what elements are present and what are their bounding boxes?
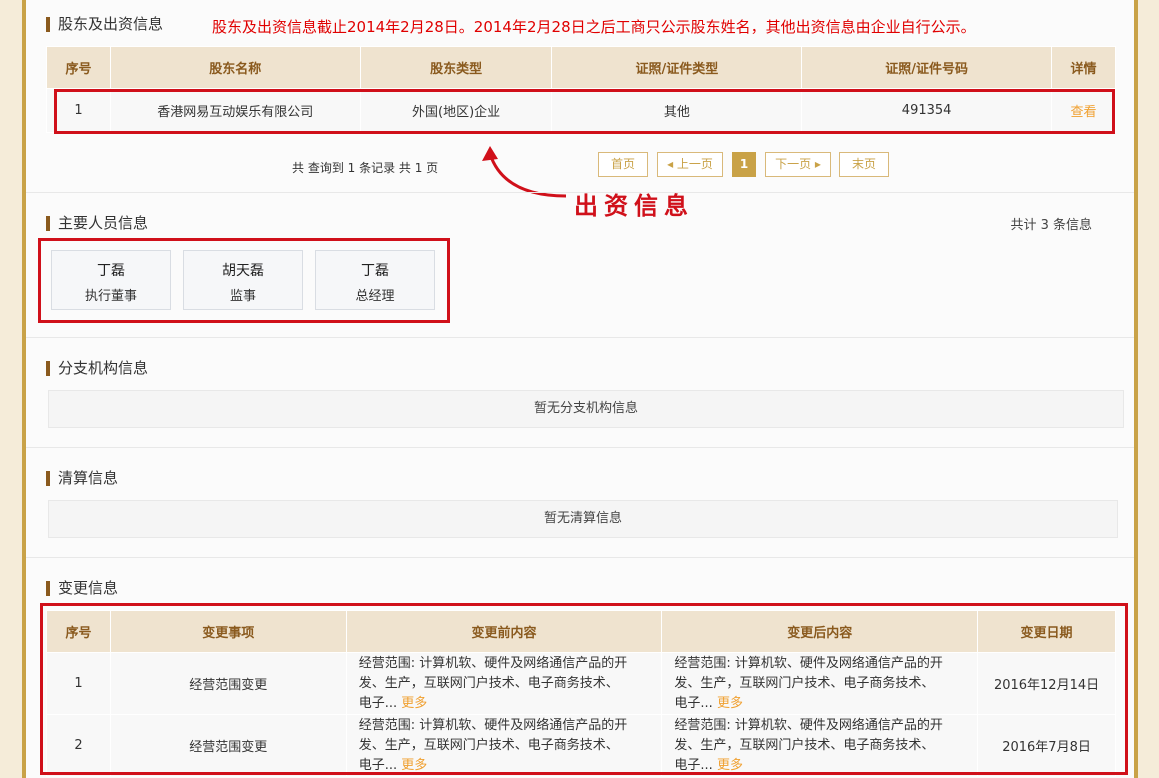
next-page-button[interactable]: 下一页 ▸ [765, 152, 831, 177]
prev-page-button[interactable]: ◂ 上一页 [657, 152, 723, 177]
last-page-button[interactable]: 末页 [839, 152, 889, 177]
main-frame: 股东及出资信息 股东及出资信息截止2014年2月28日。2014年2月28日之后… [22, 0, 1138, 778]
divider [26, 557, 1134, 558]
liquidation-title: 清算信息 [46, 471, 118, 486]
divider [26, 192, 1134, 193]
current-page-button[interactable]: 1 [732, 152, 756, 177]
changes-title: 变更信息 [46, 581, 118, 596]
branches-title: 分支机构信息 [46, 361, 148, 376]
liquidation-empty: 暂无清算信息 [48, 500, 1118, 538]
personnel-count: 共计 3 条信息 [1010, 218, 1092, 233]
col-detail: 详情 [1051, 46, 1116, 89]
highlight-box-personnel [38, 238, 450, 323]
divider [26, 447, 1134, 448]
col-name: 股东名称 [109, 46, 361, 89]
col-type: 股东类型 [359, 46, 553, 89]
personnel-title: 主要人员信息 [46, 216, 148, 231]
col-cert-no: 证照/证件号码 [801, 46, 1053, 89]
highlight-box-changes [40, 603, 1128, 775]
shareholders-title: 股东及出资信息 [46, 17, 163, 32]
divider [26, 337, 1134, 338]
first-page-button[interactable]: 首页 [598, 152, 648, 177]
table-header-row: 序号 股东名称 股东类型 证照/证件类型 证照/证件号码 详情 [46, 46, 1116, 89]
branches-empty: 暂无分支机构信息 [48, 390, 1124, 428]
annotation-arrow-icon [482, 146, 567, 198]
col-index: 序号 [46, 46, 111, 89]
shareholders-notice: 股东及出资信息截止2014年2月28日。2014年2月28日之后工商只公示股东姓… [212, 18, 976, 36]
pager-info: 共 查询到 1 条记录 共 1 页 [292, 161, 439, 175]
highlight-box-shareholder [54, 89, 1115, 134]
col-cert-type: 证照/证件类型 [551, 46, 803, 89]
